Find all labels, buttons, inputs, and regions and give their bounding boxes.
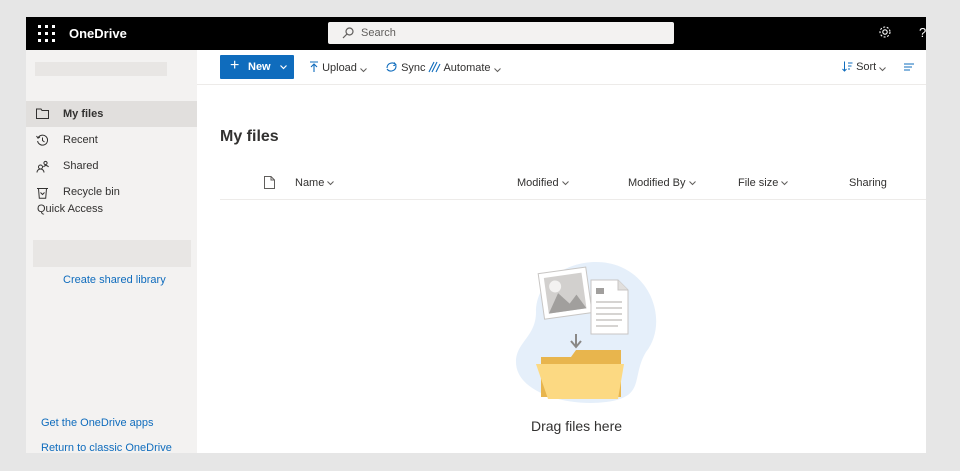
automate-button[interactable]: Automate [428, 61, 501, 74]
sync-button[interactable]: Sync [385, 61, 426, 74]
clock-icon [36, 134, 48, 146]
sidebar-item-label: My files [63, 108, 104, 120]
chevron-down-icon [493, 68, 501, 73]
help-icon[interactable]: ? [919, 25, 926, 40]
folder-icon [36, 108, 49, 119]
command-bar: + New Upload Sync Automate Sort [197, 50, 926, 85]
column-label: Name [295, 177, 325, 189]
sort-icon [842, 61, 853, 72]
create-shared-library-link[interactable]: Create shared library [63, 274, 166, 286]
column-modified[interactable]: Modified [517, 177, 569, 189]
chevron-down-icon [879, 67, 887, 72]
view-options-button[interactable] [904, 61, 915, 73]
sidebar-item-recent[interactable]: Recent [26, 127, 197, 153]
chevron-down-icon [280, 65, 287, 70]
upload-label: Upload [322, 62, 357, 74]
sidebar-item-label: Recycle bin [63, 186, 120, 198]
shared-people-icon [36, 160, 49, 173]
top-bar: OneDrive Search ? [26, 17, 926, 50]
sort-button[interactable]: Sort [842, 61, 887, 73]
column-label: Modified [517, 177, 559, 189]
settings-gear-icon[interactable] [878, 25, 892, 39]
search-placeholder: Search [361, 27, 396, 39]
column-name[interactable]: Name [295, 177, 335, 189]
quick-access-placeholder [33, 240, 191, 267]
empty-folder-illustration [516, 262, 657, 403]
app-launcher-icon[interactable] [38, 25, 55, 42]
sidebar-item-label: Recent [63, 134, 98, 146]
onedrive-window: OneDrive Search ? My files Recent Shared… [26, 17, 926, 453]
file-type-icon[interactable] [264, 176, 275, 189]
search-icon [342, 27, 354, 39]
sidebar-item-shared[interactable]: Shared [26, 153, 197, 179]
view-options-icon [904, 63, 914, 71]
file-list-header: Name Modified Modified By File size Shar… [220, 169, 926, 200]
column-label: Sharing [849, 177, 887, 189]
sort-label: Sort [856, 61, 877, 73]
automate-label: Automate [443, 62, 491, 74]
page-title: My files [220, 128, 279, 145]
upload-icon [310, 61, 318, 72]
empty-state-message: Drag files here [531, 418, 623, 434]
upload-button[interactable]: Upload [309, 61, 367, 74]
account-placeholder [35, 62, 167, 76]
column-label: Modified By [628, 177, 686, 189]
column-file-size[interactable]: File size [738, 177, 789, 189]
sidebar-item-my-files[interactable]: My files [26, 101, 197, 127]
sync-icon [386, 62, 397, 72]
left-nav: My files Recent Shared Recycle bin Quick… [26, 50, 197, 453]
sidebar-item-label: Shared [63, 160, 99, 172]
column-label: File size [738, 177, 779, 189]
new-button-label: New [248, 61, 271, 73]
chevron-down-icon [561, 181, 569, 186]
get-apps-link[interactable]: Get the OneDrive apps [41, 417, 154, 429]
return-classic-link[interactable]: Return to classic OneDrive [41, 442, 172, 453]
chevron-down-icon [688, 181, 696, 186]
chevron-down-icon [360, 68, 367, 73]
recycle-bin-icon [37, 188, 48, 199]
search-input[interactable]: Search [328, 22, 674, 44]
chevron-down-icon [327, 181, 335, 186]
plus-icon: + [230, 57, 240, 74]
app-name[interactable]: OneDrive [69, 26, 127, 41]
sidebar-item-recycle-bin[interactable]: Recycle bin [26, 179, 197, 205]
new-button[interactable]: + New [220, 55, 294, 79]
column-modified-by[interactable]: Modified By [628, 177, 696, 189]
automate-icon [428, 61, 441, 73]
quick-access-heading: Quick Access [37, 203, 104, 215]
column-sharing[interactable]: Sharing [849, 177, 887, 189]
chevron-down-icon [781, 181, 789, 186]
sync-label: Sync [401, 62, 426, 74]
